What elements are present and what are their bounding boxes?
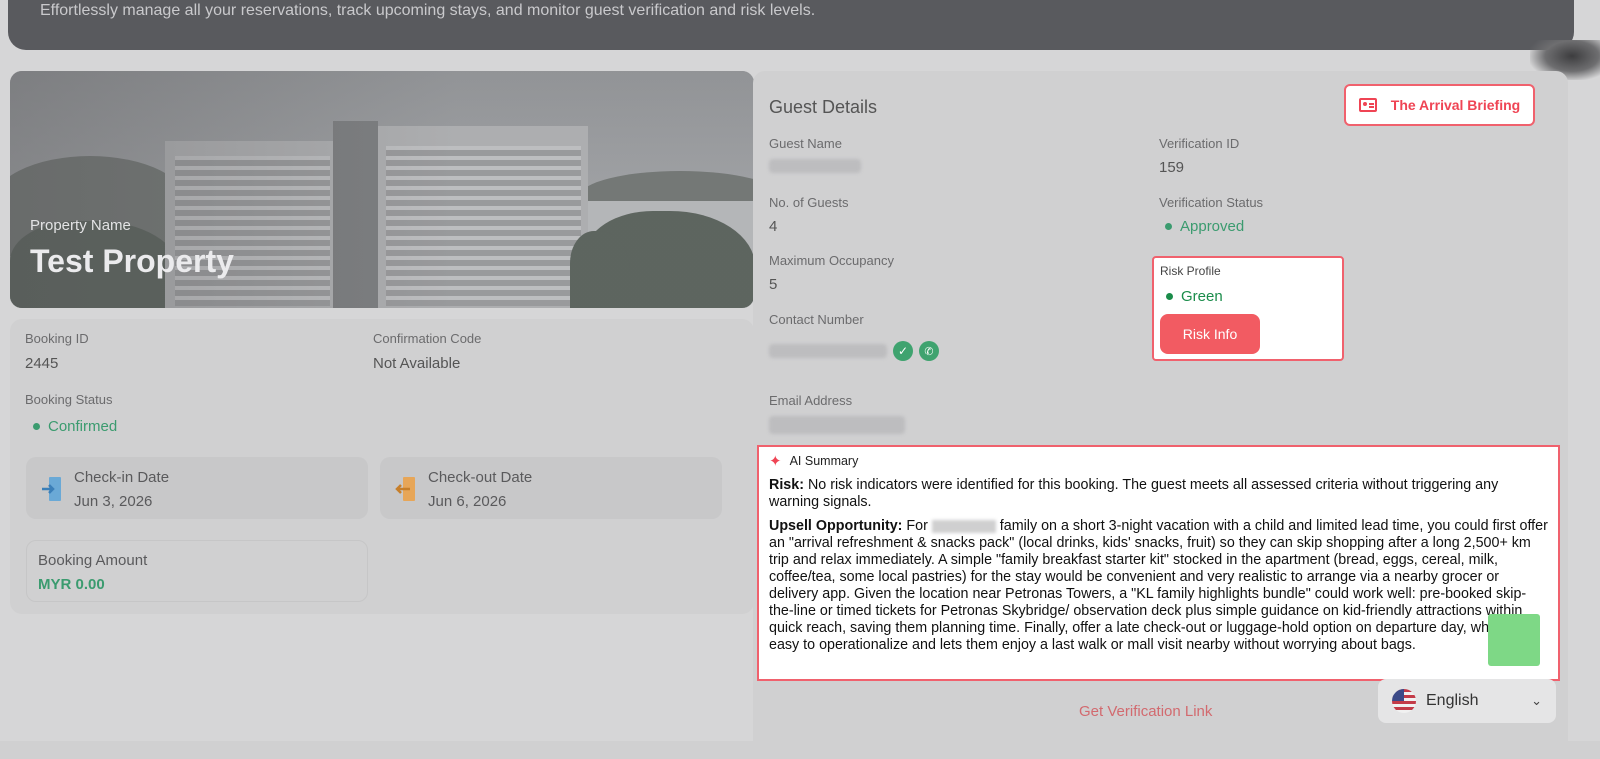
email-field: Email Address xyxy=(769,393,905,434)
guest-count-value: 4 xyxy=(769,218,778,235)
verification-status-badge: Approved xyxy=(1165,218,1263,235)
guest-name-label: Guest Name xyxy=(769,136,842,151)
risk-profile-box: Risk Profile Green Risk Info xyxy=(1152,256,1344,361)
ai-risk-paragraph: Risk: No risk indicators were identified… xyxy=(769,477,1548,511)
verification-id-label: Verification ID xyxy=(1159,136,1240,151)
property-name: Test Property xyxy=(30,243,234,279)
max-occupancy-value: 5 xyxy=(769,276,778,293)
ai-summary-box: ✦ AI Summary Risk: No risk indicators we… xyxy=(757,445,1560,681)
language-selector[interactable]: English ⌄ xyxy=(1378,679,1556,723)
ai-summary-title: AI Summary xyxy=(789,454,859,468)
max-occupancy-label: Maximum Occupancy xyxy=(769,253,894,268)
booking-status-value: Confirmed xyxy=(48,418,118,435)
risk-profile-label: Risk Profile xyxy=(1160,264,1221,278)
verification-id-field: Verification ID 159 xyxy=(1159,136,1239,176)
ai-summary-header: ✦ AI Summary xyxy=(769,453,1548,470)
guest-details-panel: Guest Details The Arrival Briefing Guest… xyxy=(753,71,1568,759)
verification-status-value: Approved xyxy=(1180,218,1245,235)
checkin-box: Check-in Date Jun 3, 2026 xyxy=(26,457,368,519)
arrival-briefing-button[interactable]: The Arrival Briefing xyxy=(1344,84,1535,126)
left-column: Property Name Test Property Booking ID 2… xyxy=(10,71,754,614)
checkin-value: Jun 3, 2026 xyxy=(74,493,153,510)
contact-number-field: Contact Number ✓ ✆ xyxy=(769,312,939,361)
whatsapp-icon[interactable]: ✆ xyxy=(919,341,939,361)
status-dot xyxy=(33,423,40,430)
property-name-label: Property Name xyxy=(30,217,131,234)
checkin-label: Check-in Date xyxy=(74,469,170,486)
risk-profile-value: Green xyxy=(1181,288,1223,305)
floating-green-widget[interactable] xyxy=(1488,614,1540,666)
guest-name-field: Guest Name xyxy=(769,136,861,173)
verified-check-icon: ✓ xyxy=(893,341,913,361)
chevron-down-icon: ⌄ xyxy=(1531,693,1542,708)
verification-status-field: Verification Status Approved xyxy=(1159,195,1263,235)
booking-card: Booking ID 2445 Confirmation Code Not Av… xyxy=(10,319,754,614)
email-redacted xyxy=(769,416,905,434)
booking-id-value: 2445 xyxy=(25,355,59,372)
risk-info-button[interactable]: Risk Info xyxy=(1160,314,1260,354)
checkout-value: Jun 6, 2026 xyxy=(428,493,507,510)
guest-name-redacted xyxy=(769,159,861,173)
ai-risk-heading: Risk: xyxy=(769,477,804,493)
booking-status-badge: Confirmed xyxy=(33,418,117,435)
arrival-briefing-label: The Arrival Briefing xyxy=(1390,97,1521,113)
booking-amount-label: Booking Amount xyxy=(38,552,148,569)
us-flag-icon xyxy=(1392,689,1416,713)
page-subtitle: Effortlessly manage all your reservation… xyxy=(40,2,816,19)
ai-upsell-pre: For xyxy=(902,518,932,534)
confirmation-code-label: Confirmation Code xyxy=(373,331,482,346)
verification-status-label: Verification Status xyxy=(1159,195,1264,210)
status-dot xyxy=(1166,293,1173,300)
risk-profile-badge: Green xyxy=(1166,288,1223,305)
verification-id-value: 159 xyxy=(1159,159,1185,176)
contact-number-redacted xyxy=(769,344,887,358)
checkout-label: Check-out Date xyxy=(428,469,533,486)
ai-upsell-paragraph: Upsell Opportunity: For family on a shor… xyxy=(769,518,1548,654)
email-label: Email Address xyxy=(769,393,853,408)
guest-count-field: No. of Guests 4 xyxy=(769,195,848,235)
id-card-icon xyxy=(1358,98,1377,112)
checkout-box: Check-out Date Jun 6, 2026 xyxy=(380,457,722,519)
property-hero-image: Property Name Test Property xyxy=(10,71,754,308)
status-dot xyxy=(1165,223,1172,230)
ai-upsell-heading: Upsell Opportunity: xyxy=(769,518,903,534)
guest-count-label: No. of Guests xyxy=(769,195,849,210)
door-enter-icon xyxy=(42,477,61,501)
confirmation-code-value: Not Available xyxy=(373,355,461,372)
booking-status-label: Booking Status xyxy=(25,392,113,407)
booking-id-label: Booking ID xyxy=(25,331,89,346)
booking-amount-box: Booking Amount MYR 0.00 xyxy=(26,540,368,602)
sparkle-icon: ✦ xyxy=(769,453,782,470)
max-occupancy-field: Maximum Occupancy 5 xyxy=(769,253,894,293)
door-exit-icon xyxy=(395,477,415,501)
language-value: English xyxy=(1426,692,1479,709)
get-verification-link[interactable]: Get Verification Link xyxy=(1079,703,1212,720)
guest-name-redacted-inline xyxy=(931,519,996,533)
bottom-strip xyxy=(0,741,1600,759)
guest-details-title: Guest Details xyxy=(769,97,878,117)
ai-risk-text: No risk indicators were identified for t… xyxy=(769,477,1499,510)
top-banner: Effortlessly manage all your reservation… xyxy=(8,0,1574,50)
contact-number-label: Contact Number xyxy=(769,312,864,327)
booking-amount-value: MYR 0.00 xyxy=(38,576,105,593)
ai-upsell-text: family on a short 3-night vacation with … xyxy=(769,518,1548,653)
